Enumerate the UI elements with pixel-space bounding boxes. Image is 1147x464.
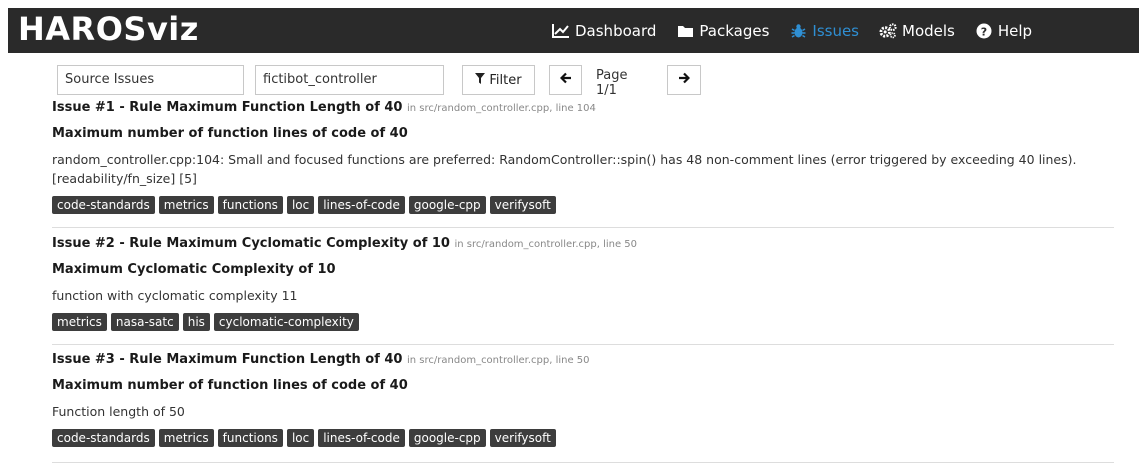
issue-heading: Maximum Cyclomatic Complexity of 10 — [52, 262, 336, 277]
nav-models-label: Models — [902, 21, 955, 40]
cogs-icon — [879, 22, 897, 39]
folder-icon — [676, 23, 694, 39]
issue-description-line: [readability/fn_size] [5] — [52, 171, 197, 186]
nav-issues-label: Issues — [812, 21, 859, 40]
issue-heading: Maximum number of function lines of code… — [52, 126, 408, 141]
tag-badge[interactable]: loc — [286, 196, 315, 214]
target-input[interactable]: fictibot_controller — [255, 65, 444, 95]
tag-badge[interactable]: google-cpp — [408, 196, 486, 214]
tag-badge[interactable]: code-standards — [52, 429, 155, 447]
tag-badge[interactable]: lines-of-code — [318, 429, 405, 447]
nav-models[interactable]: Models — [879, 22, 955, 40]
arrow-left-icon — [559, 72, 572, 88]
tag-badge[interactable]: metrics — [52, 313, 107, 331]
source-select[interactable]: Source Issues — [57, 65, 244, 95]
filter-label: Filter — [489, 72, 522, 88]
navbar: HAROSviz Dashboard Packages Issues Model… — [0, 0, 1147, 53]
tag-badge[interactable]: google-cpp — [408, 429, 486, 447]
tag-badge[interactable]: verifysoft — [489, 196, 556, 214]
tag-badge[interactable]: his — [182, 313, 210, 331]
tag-list: metrics nasa-satc his cyclomatic-complex… — [52, 313, 359, 331]
tag-badge[interactable]: metrics — [158, 196, 214, 214]
issue-card: Issue #2 - Rule Maximum Cyclomatic Compl… — [52, 236, 1114, 332]
issue-location: in src/random_controller.cpp, line 50 — [407, 355, 590, 366]
issue-heading: Maximum number of function lines of code… — [52, 378, 408, 393]
filter-button[interactable]: Filter — [462, 65, 535, 95]
nav-help-label: Help — [997, 21, 1033, 40]
main-nav: Dashboard Packages Issues Models ? Help — [552, 8, 1052, 53]
issue-location: in src/random_controller.cpp, line 50 — [454, 239, 638, 250]
tag-badge[interactable]: functions — [217, 196, 283, 214]
nav-packages-label: Packages — [699, 21, 770, 40]
navbar-bar: HAROSviz Dashboard Packages Issues Model… — [8, 8, 1139, 53]
issue-title-row: Issue #3 - Rule Maximum Function Length … — [52, 352, 590, 367]
tag-badge[interactable]: functions — [217, 429, 283, 447]
nav-packages[interactable]: Packages — [676, 22, 769, 40]
tag-badge[interactable]: lines-of-code — [318, 196, 405, 214]
tag-badge[interactable]: cyclomatic-complexity — [213, 313, 359, 331]
issue-title[interactable]: Issue #3 - Rule Maximum Function Length … — [52, 352, 402, 367]
issue-description-line: function with cyclomatic complexity 11 — [52, 288, 298, 303]
tag-badge[interactable]: nasa-satc — [110, 313, 179, 331]
svg-text:?: ? — [981, 25, 987, 38]
prev-page-button[interactable] — [549, 65, 582, 95]
nav-dashboard[interactable]: Dashboard — [552, 22, 656, 40]
tag-badge[interactable]: verifysoft — [489, 429, 556, 447]
line-chart-icon — [552, 23, 570, 39]
tag-badge[interactable]: metrics — [158, 429, 214, 447]
tag-badge[interactable]: code-standards — [52, 196, 155, 214]
nav-issues[interactable]: Issues — [789, 22, 859, 40]
nav-dashboard-label: Dashboard — [575, 21, 657, 40]
brand-logo[interactable]: HAROSviz — [18, 10, 199, 48]
tag-list: code-standards metrics functions loc lin… — [52, 429, 556, 447]
issue-title-row: Issue #2 - Rule Maximum Cyclomatic Compl… — [52, 236, 637, 251]
issue-description-line: random_controller.cpp:104: Small and foc… — [52, 152, 1077, 167]
issue-title[interactable]: Issue #1 - Rule Maximum Function Length … — [52, 100, 402, 115]
issue-description-line: Function length of 50 — [52, 404, 185, 419]
issue-card: Issue #3 - Rule Maximum Function Length … — [52, 352, 1114, 448]
arrow-right-icon — [678, 72, 691, 88]
tag-badge[interactable]: loc — [286, 429, 315, 447]
issue-title[interactable]: Issue #2 - Rule Maximum Cyclomatic Compl… — [52, 236, 450, 251]
nav-help[interactable]: ? Help — [975, 22, 1032, 40]
issue-card: Issue #1 - Rule Maximum Function Length … — [52, 100, 1114, 216]
bug-icon — [789, 23, 807, 39]
question-circle-icon: ? — [975, 23, 993, 39]
issue-location: in src/random_controller.cpp, line 104 — [407, 103, 596, 114]
filter-icon — [475, 72, 486, 88]
page-indicator: Page 1/1 — [596, 68, 628, 98]
issue-divider — [52, 344, 1114, 345]
issue-divider — [52, 227, 1114, 228]
tag-list: code-standards metrics functions loc lin… — [52, 196, 556, 214]
issue-divider — [52, 462, 1114, 463]
next-page-button[interactable] — [667, 65, 701, 95]
issue-title-row: Issue #1 - Rule Maximum Function Length … — [52, 100, 596, 115]
